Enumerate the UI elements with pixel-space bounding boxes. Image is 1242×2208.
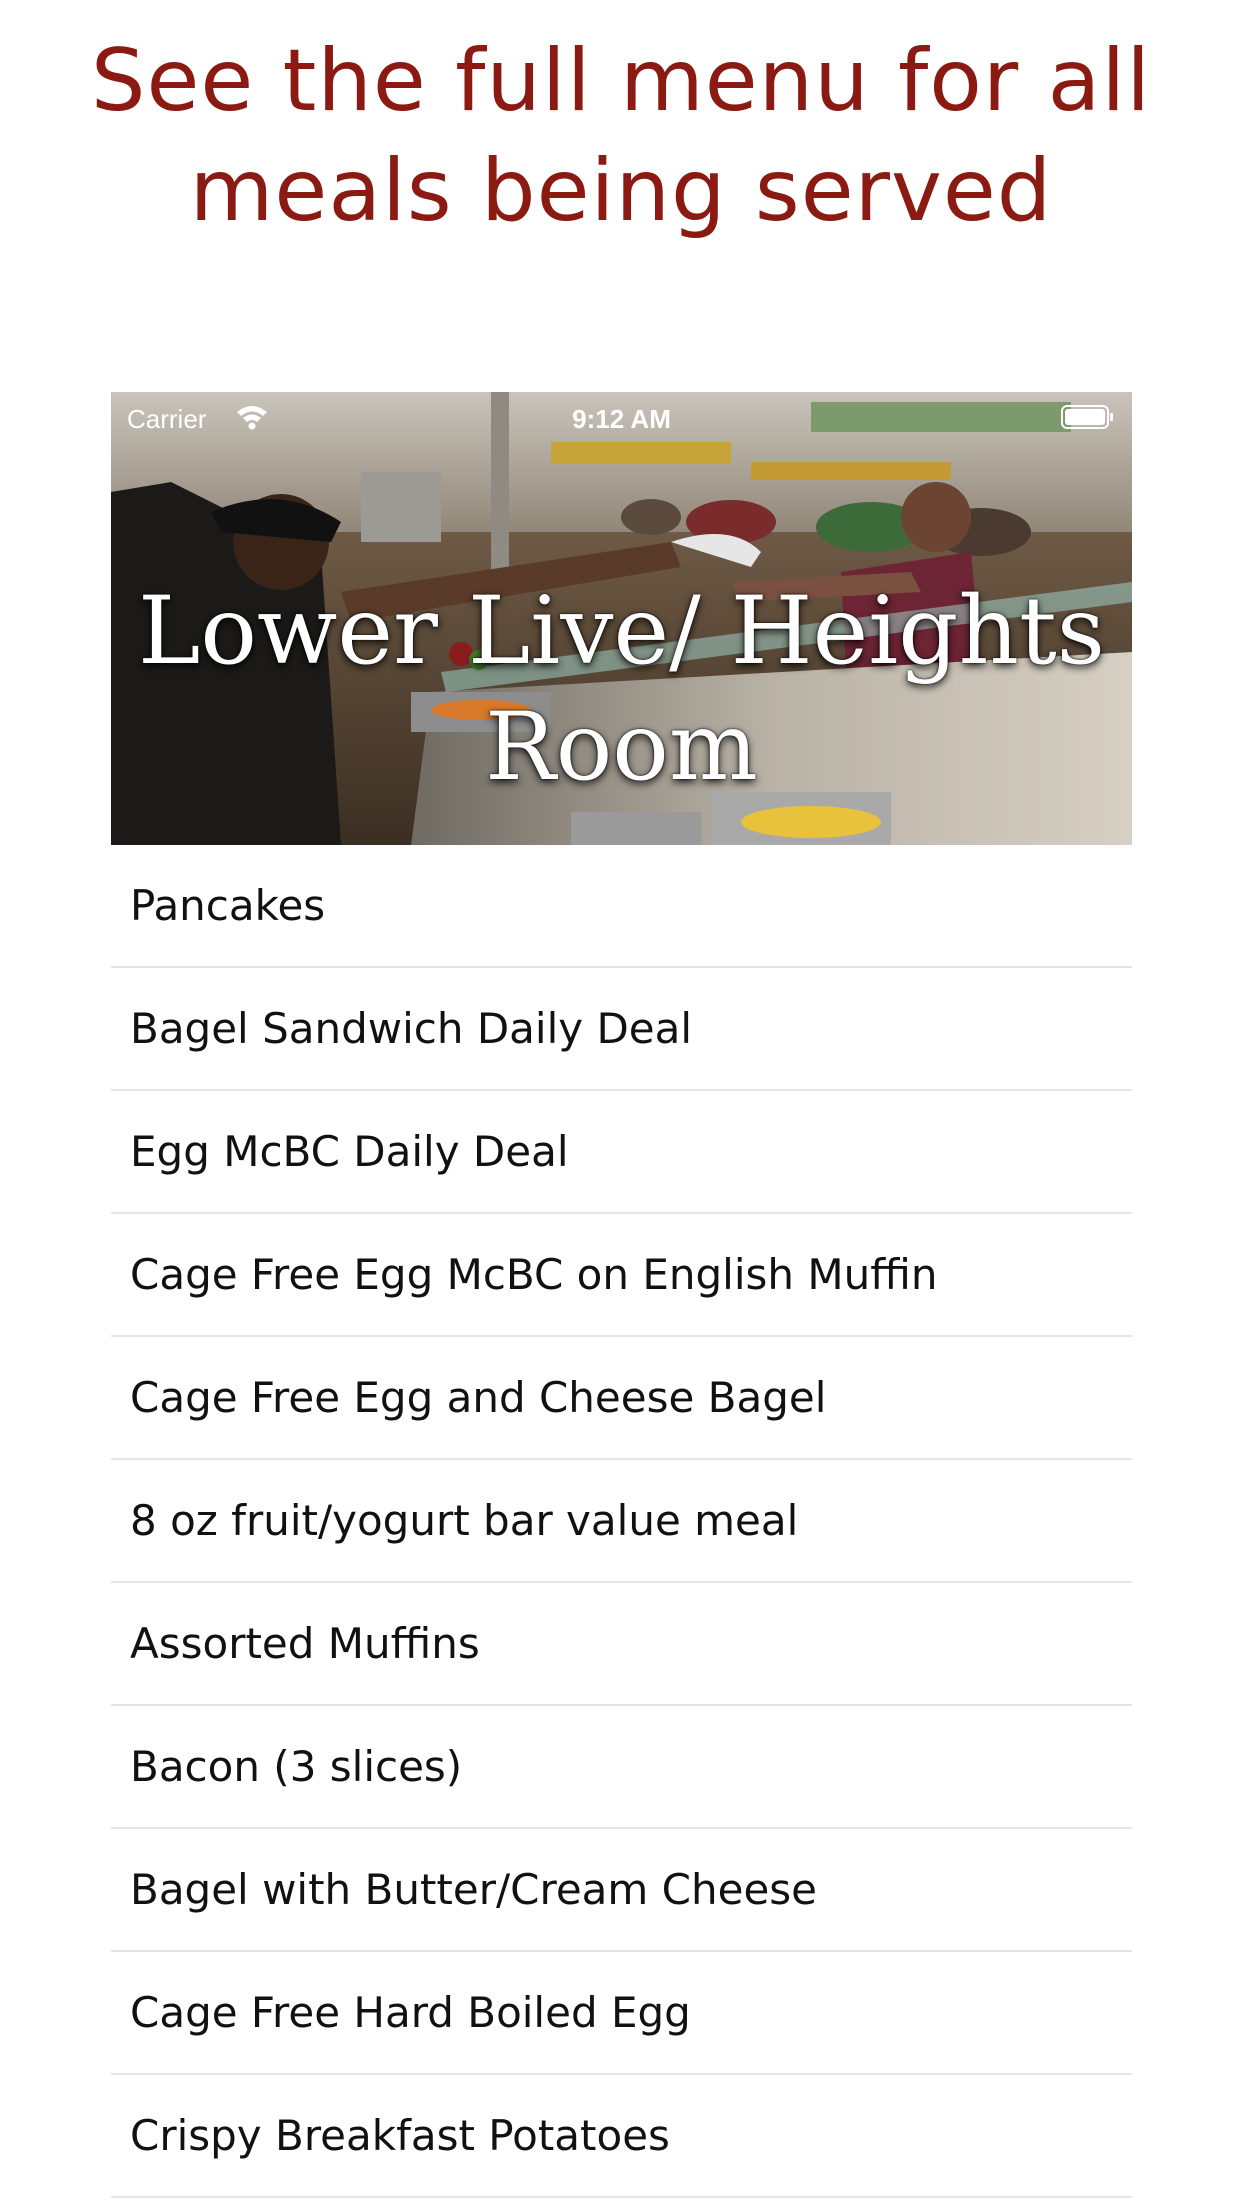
- location-title: Lower Live/ Heights Room: [137, 577, 1106, 802]
- menu-item[interactable]: Egg McBC Daily Deal: [111, 1091, 1132, 1214]
- menu-item[interactable]: Cage Free Hard Boiled Egg: [111, 1952, 1132, 2075]
- dining-hall-banner: Carrier 9:12 AM Lower Live/ Heights Room: [111, 392, 1132, 845]
- menu-item[interactable]: Bagel with Butter/Cream Cheese: [111, 1829, 1132, 1952]
- menu-item[interactable]: Cage Free Egg McBC on English Muffin: [111, 1214, 1132, 1337]
- page-headline: See the full menu for all meals being se…: [90, 31, 1152, 241]
- menu-list: Pancakes Bagel Sandwich Daily Deal Egg McB…: [111, 845, 1132, 2198]
- menu-item[interactable]: Bacon (3 slices): [111, 1706, 1132, 1829]
- menu-item[interactable]: Assorted Muffins: [111, 1583, 1132, 1706]
- menu-item[interactable]: 8 oz fruit/yogurt bar value meal: [111, 1460, 1132, 1583]
- battery-icon: [1061, 405, 1113, 429]
- menu-item[interactable]: Cage Free Egg and Cheese Bagel: [111, 1337, 1132, 1460]
- menu-item[interactable]: Crispy Breakfast Potatoes: [111, 2075, 1132, 2198]
- menu-item[interactable]: Bagel Sandwich Daily Deal: [111, 968, 1132, 1091]
- menu-item[interactable]: Pancakes: [111, 845, 1132, 968]
- status-bar: Carrier 9:12 AM: [111, 392, 1132, 444]
- status-time: 9:12 AM: [572, 404, 671, 434]
